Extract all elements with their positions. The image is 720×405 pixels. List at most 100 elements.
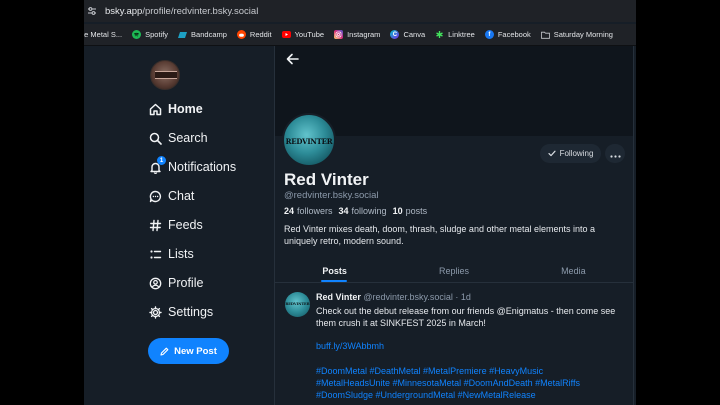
tab-replies-label: Replies (438, 265, 469, 276)
profile-stats: 24 followers 34 following 10 posts (284, 206, 433, 216)
my-avatar[interactable] (150, 60, 180, 90)
bookmark-label: Linktree (448, 30, 475, 39)
spotify-icon (132, 30, 142, 39)
nav-chat-label: Chat (168, 189, 195, 203)
nav-home[interactable]: Home (148, 102, 203, 116)
nav-search-label: Search (168, 131, 208, 145)
arrow-left-icon (286, 52, 299, 70)
address-bar[interactable]: bsky.app/profile/redvinter.bsky.social (84, 0, 636, 22)
url-host: bsky.app (105, 5, 143, 17)
nav-chat[interactable]: Chat (148, 189, 194, 203)
bookmarks-bar: tte Metal S... Spotify Bandcamp Reddit Y… (84, 24, 636, 46)
tab-replies[interactable]: Replies (394, 259, 513, 282)
posts-stat: 10 posts (393, 206, 428, 216)
tab-media[interactable]: Media (514, 259, 633, 282)
bell-icon: 1 (148, 156, 166, 174)
bookmark-linktree[interactable]: Linktree (435, 30, 475, 39)
chat-icon (148, 189, 162, 203)
posts-count: 10 (392, 206, 403, 216)
post-hashtags: #DoomMetal #DeathMetal #MetalPremiere #H… (316, 365, 628, 401)
new-post-label: New Post (174, 345, 217, 357)
bookmark-metal[interactable]: tte Metal S... (84, 30, 122, 39)
nav-lists[interactable]: Lists (148, 247, 194, 261)
nav-home-label: Home (168, 102, 203, 116)
tab-media-label: Media (561, 265, 586, 276)
nav-settings-label: Settings (168, 305, 214, 319)
following-count: 34 (338, 206, 349, 216)
feed-post[interactable]: REDVINTER Red Vinter @redvinter.bsky.soc… (275, 284, 633, 405)
tab-posts[interactable]: Posts (275, 259, 394, 282)
followers-label: followers (297, 206, 333, 216)
post-link[interactable]: buff.ly/3WAbbmh (316, 341, 384, 351)
bookmark-bandcamp[interactable]: Bandcamp (178, 30, 227, 39)
nav-feeds[interactable]: Feeds (148, 218, 203, 232)
profile-column: REDVINTER Following Red Vinter @redvinte… (274, 46, 634, 405)
nav-profile[interactable]: Profile (148, 276, 203, 290)
post-author-handle[interactable]: @redvinter.bsky.social (363, 292, 453, 302)
bookmark-label: Bandcamp (191, 30, 227, 39)
post-header: Red Vinter @redvinter.bsky.social · 1d (316, 292, 471, 302)
bookmark-label: Canva (403, 30, 426, 39)
bookmark-reddit[interactable]: Reddit (236, 30, 272, 39)
post-age[interactable]: · 1d (455, 292, 471, 302)
nav-profile-label: Profile (168, 276, 204, 290)
post-author-avatar[interactable]: REDVINTER (285, 292, 310, 317)
bookmark-label: Saturday Morning (553, 30, 613, 39)
bookmark-folder-saturday[interactable]: Saturday Morning (540, 30, 613, 39)
nav-settings[interactable]: Settings (148, 305, 213, 319)
post-author-name[interactable]: Red Vinter (316, 292, 361, 302)
search-icon (148, 131, 162, 145)
posts-label: posts (405, 206, 428, 216)
hash-icon (148, 218, 162, 232)
followers-count: 24 (284, 206, 295, 216)
bookmark-youtube[interactable]: YouTube (281, 30, 325, 39)
bookmark-label: Spotify (145, 30, 169, 39)
nav-lists-label: Lists (168, 247, 194, 261)
nav-search[interactable]: Search (148, 131, 208, 145)
hashtags-line[interactable]: #DoomSludge #UndergroundMetal #NewMetalR… (316, 389, 628, 401)
post-text: Check out the debut release from our fri… (316, 306, 616, 328)
nav-feeds-label: Feeds (168, 218, 203, 232)
following-button[interactable]: Following (540, 144, 601, 163)
bookmark-canva[interactable]: C Canva (390, 30, 425, 39)
bookmark-instagram[interactable]: Instagram (334, 30, 380, 39)
followers-stat[interactable]: 24 followers (284, 206, 333, 216)
profile-bio: Red Vinter mixes death, doom, thrash, sl… (284, 224, 596, 246)
url-path: /profile/redvinter.bsky.social (142, 5, 259, 17)
tab-posts-label: Posts (322, 265, 347, 276)
post-avatar-logo-text: REDVINTER (285, 302, 310, 306)
more-options-button[interactable] (605, 144, 625, 163)
compose-icon (160, 347, 169, 356)
site-settings-icon[interactable] (87, 6, 97, 16)
instagram-icon (334, 30, 344, 39)
following-label: Following (559, 149, 594, 158)
bookmark-spotify[interactable]: Spotify (132, 30, 168, 39)
facebook-icon: f (484, 30, 494, 39)
gear-icon (148, 305, 162, 319)
bookmark-label: Instagram (347, 30, 381, 39)
hashtags-line[interactable]: #MetalHeadsUnite #MinnesotaMetal #DoomAn… (316, 377, 628, 389)
notification-badge: 1 (157, 156, 166, 165)
bandcamp-icon (178, 30, 188, 39)
profile-handle: @redvinter.bsky.social (284, 190, 379, 201)
check-icon (547, 150, 556, 157)
following-text: following (351, 206, 387, 216)
bookmark-label: Facebook (497, 30, 531, 39)
profile-avatar[interactable]: REDVINTER (282, 113, 336, 167)
ellipsis-icon (609, 145, 621, 163)
list-icon (148, 247, 162, 261)
hashtags-line[interactable]: #DoomMetal #DeathMetal #MetalPremiere #H… (316, 365, 628, 377)
avatar-logo-text: REDVINTER (285, 137, 333, 146)
display-name: Red Vinter (284, 170, 369, 189)
bookmark-label: tte Metal S... (84, 30, 123, 39)
new-post-button[interactable]: New Post (148, 338, 229, 364)
back-button[interactable] (283, 52, 301, 70)
nav-notifications[interactable]: 1 Notifications (148, 156, 237, 174)
left-sidebar: Home Search 1 Notifications Chat Feeds L… (84, 46, 274, 405)
following-stat[interactable]: 34 following (339, 206, 387, 216)
bookmark-facebook[interactable]: f Facebook (484, 30, 531, 39)
youtube-icon (281, 31, 291, 38)
url-text[interactable]: bsky.app/profile/redvinter.bsky.social (105, 6, 258, 17)
bookmark-label: YouTube (294, 30, 325, 39)
nav-notifications-label: Notifications (168, 160, 237, 174)
